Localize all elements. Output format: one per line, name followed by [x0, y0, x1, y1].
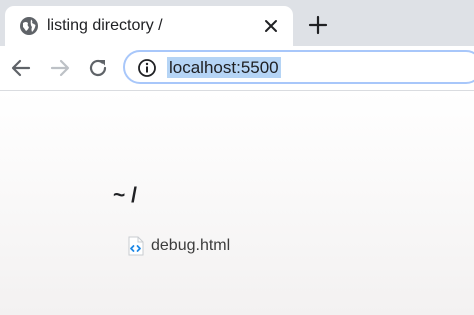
url-text[interactable]: localhost:5500 [167, 57, 281, 78]
tab-strip: listing directory / [0, 0, 474, 46]
close-icon[interactable] [261, 16, 281, 36]
file-link-debug-html[interactable]: debug.html [127, 235, 230, 257]
file-name: debug.html [151, 237, 231, 254]
tab-active[interactable]: listing directory / [5, 6, 293, 46]
forward-button[interactable] [48, 56, 72, 80]
globe-icon [20, 17, 38, 35]
info-icon[interactable] [137, 58, 157, 78]
html-file-icon [128, 236, 144, 256]
browser-toolbar: localhost:5500 [0, 46, 474, 91]
address-bar[interactable]: localhost:5500 [123, 50, 474, 84]
tab-title: listing directory / [47, 17, 163, 34]
page-content: ~ / debug.html [0, 91, 474, 315]
new-tab-button[interactable] [306, 13, 330, 37]
directory-heading: ~ / [113, 184, 137, 207]
back-button[interactable] [9, 56, 33, 80]
reload-button[interactable] [86, 56, 110, 80]
